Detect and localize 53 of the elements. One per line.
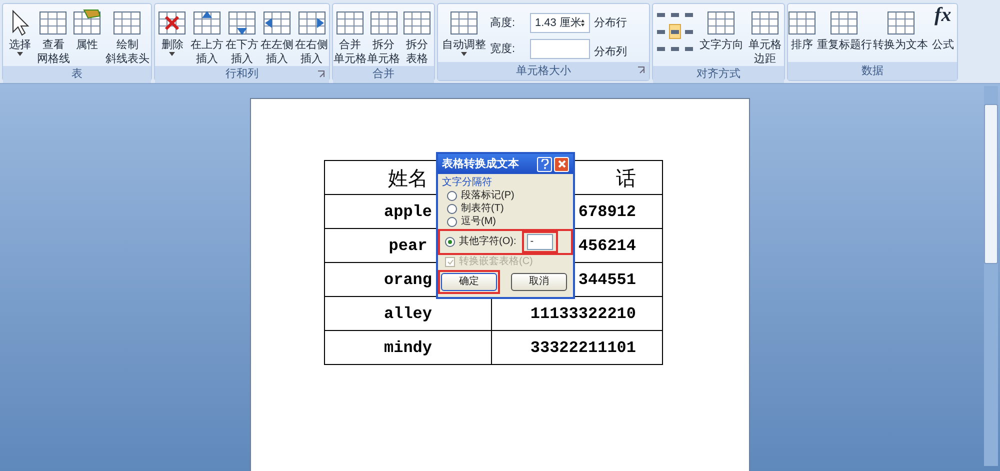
width-field[interactable] [530, 39, 590, 59]
ribbon-button[interactable]: 属性 [70, 4, 104, 66]
radio-button[interactable] [447, 204, 457, 214]
ribbon-button[interactable]: 合并 单元格 [333, 4, 367, 66]
ribbon-button[interactable]: 绘制 斜线表头 [104, 4, 151, 66]
distribute-columns-button[interactable]: 分布列 [594, 44, 627, 60]
ribbon-button[interactable]: 查看 网格线 [36, 4, 70, 66]
ribbon-button[interactable]: 在上方 插入 [190, 4, 224, 66]
group-label: 表 [72, 67, 82, 82]
separator-field[interactable]: - [527, 234, 554, 250]
ribbon-button[interactable]: 选择 [3, 4, 37, 66]
ribbon-button[interactable]: 转换为文本 [874, 4, 928, 62]
help-icon[interactable] [537, 156, 552, 172]
group-label: 合并 [372, 66, 394, 82]
group-label: 单元格大小 [516, 64, 571, 79]
radio-button[interactable] [445, 237, 455, 247]
caret-icon [461, 52, 467, 56]
radio-button[interactable] [447, 217, 457, 227]
check-icon [446, 258, 454, 266]
width-label: 宽度: [490, 42, 516, 57]
ribbon-button[interactable]: 拆分 表格 [400, 4, 434, 66]
ribbon-button[interactable]: fx 公式 [930, 4, 956, 62]
height-label: 高度: [490, 16, 516, 31]
caret-icon [169, 52, 176, 56]
spinner-icon[interactable] [581, 17, 585, 29]
formula-icon: fx [934, 8, 952, 38]
group-label: 数据 [862, 64, 884, 79]
height-field[interactable]: 1.43 厘米 [530, 13, 590, 33]
group-label: 文字分隔符 [442, 177, 493, 189]
table-cell: mindy [324, 330, 492, 364]
distribute-rows-button[interactable]: 分布行 [594, 15, 627, 32]
ribbon-button[interactable]: 在左侧 插入 [260, 4, 294, 66]
dialog-launcher-icon[interactable] [317, 70, 325, 78]
table-cell: 33322211101 [492, 330, 662, 364]
ribbon-button[interactable]: 删除 [155, 4, 190, 66]
dialog-button[interactable]: 确定 [441, 273, 497, 291]
ribbon-button[interactable]: 拆分 单元格 [366, 4, 400, 66]
ribbon-button[interactable]: 排序 [789, 4, 816, 62]
align-button[interactable] [668, 24, 681, 39]
scrollbar[interactable] [984, 86, 998, 466]
ribbon-button[interactable]: 自动调整 [442, 4, 486, 56]
ribbon-button[interactable]: 在右侧 插入 [294, 4, 329, 66]
ribbon-button[interactable]: 单元格 边距 [748, 4, 782, 66]
group-label: 对齐方式 [696, 66, 740, 82]
radio-button[interactable] [447, 191, 457, 201]
ribbon-button[interactable]: 在下方 插入 [224, 4, 259, 66]
dialog-launcher-icon[interactable] [637, 66, 645, 74]
dialog-button[interactable]: 取消 [511, 273, 567, 291]
close-icon[interactable] [554, 156, 569, 172]
caret-icon [16, 52, 23, 56]
ribbon-button[interactable]: 文字方向 [696, 4, 746, 52]
ribbon-button[interactable]: 重复标题行 [817, 4, 872, 62]
group-label: 行和列 [226, 67, 258, 82]
